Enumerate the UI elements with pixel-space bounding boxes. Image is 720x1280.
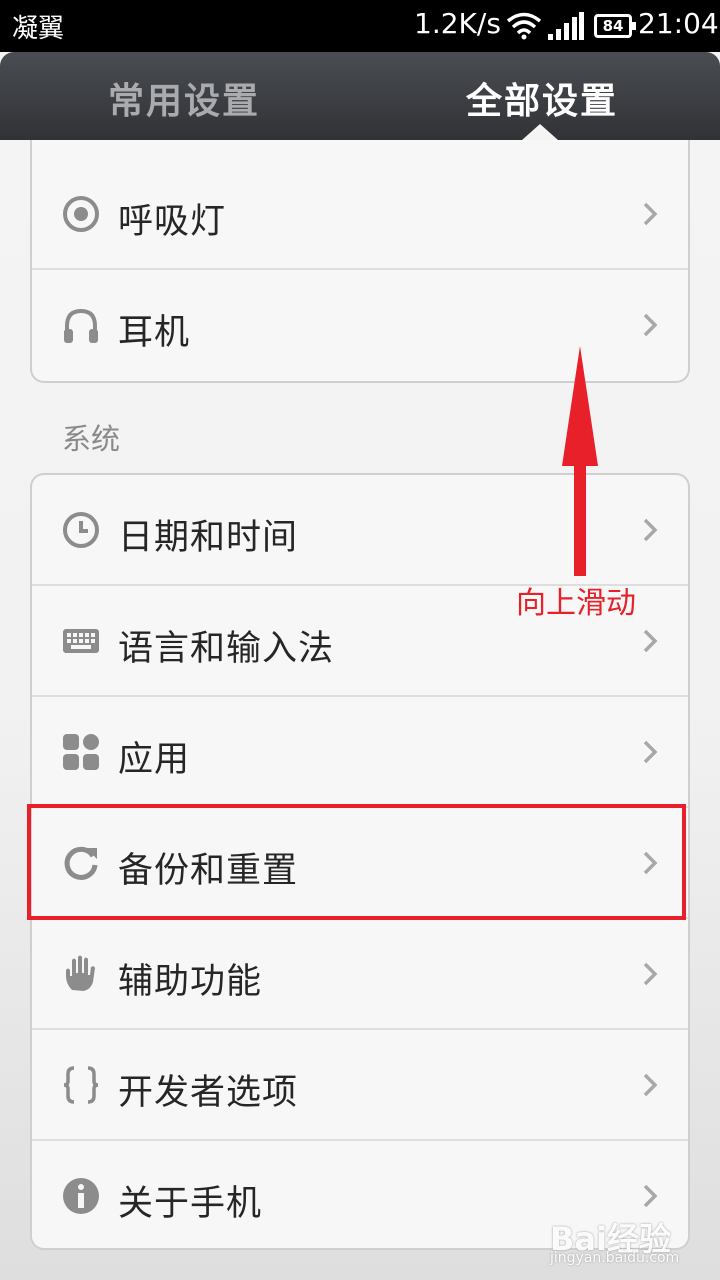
- braces-icon: [63, 1066, 99, 1104]
- wifi-icon: [506, 12, 542, 40]
- apps-icon: [63, 734, 99, 770]
- keyboard-icon: [63, 629, 99, 653]
- list-item-label: 耳机: [118, 313, 191, 353]
- list-item-developer-options[interactable]: 开发者选项: [32, 1030, 688, 1141]
- chevron-right-icon: [643, 518, 658, 542]
- chevron-right-icon: [643, 629, 658, 653]
- breathing-light-icon: [63, 196, 99, 232]
- list-item-label: 应用: [118, 740, 191, 780]
- list-item-label: 关于手机: [118, 1184, 263, 1224]
- chevron-right-icon: [643, 313, 658, 337]
- chevron-right-icon: [643, 202, 658, 226]
- headphones-icon: [64, 308, 98, 343]
- chevron-right-icon: [643, 1073, 658, 1097]
- battery-icon: 84: [594, 14, 636, 38]
- info-icon: [63, 1178, 99, 1214]
- settings-tab-bar: 常用设置 全部设置: [0, 52, 720, 140]
- signal-strength-icon: [548, 12, 584, 40]
- clock-time: 21:04: [638, 7, 719, 40]
- hand-icon: [66, 955, 95, 991]
- list-item-label: 辅助功能: [118, 962, 263, 1002]
- list-item-accessibility[interactable]: 辅助功能: [32, 919, 688, 1030]
- list-item-label: 开发者选项: [118, 1073, 299, 1113]
- tab-all-settings[interactable]: 全部设置: [466, 72, 618, 124]
- network-speed: 1.2K/s: [414, 7, 501, 40]
- list-item-breathing-light[interactable]: 呼吸灯: [32, 159, 688, 270]
- list-item-label: 日期和时间: [118, 518, 299, 558]
- watermark-url: jingyan.baidu.com: [550, 1250, 680, 1266]
- swipe-up-label: 向上滑动: [516, 586, 636, 621]
- swipe-up-arrow-icon: [562, 346, 598, 576]
- chevron-right-icon: [643, 1184, 658, 1208]
- clock-icon: [63, 512, 99, 548]
- status-bar: 凝翼 1.2K/s 84 21:04: [0, 0, 720, 52]
- baidu-watermark: Bai经验 jingyan.baidu.com: [550, 1214, 710, 1270]
- list-item-label: 语言和输入法: [118, 629, 335, 669]
- annotation-highlight-box: [27, 804, 686, 920]
- list-item-apps[interactable]: 应用: [32, 697, 688, 808]
- tab-common-settings[interactable]: 常用设置: [108, 72, 260, 124]
- chevron-right-icon: [643, 962, 658, 986]
- selected-tab-indicator: [522, 124, 558, 140]
- carrier-name: 凝翼: [12, 14, 65, 44]
- list-item-label: 呼吸灯: [118, 202, 227, 242]
- section-title-system: 系统: [62, 422, 121, 456]
- chevron-right-icon: [643, 740, 658, 764]
